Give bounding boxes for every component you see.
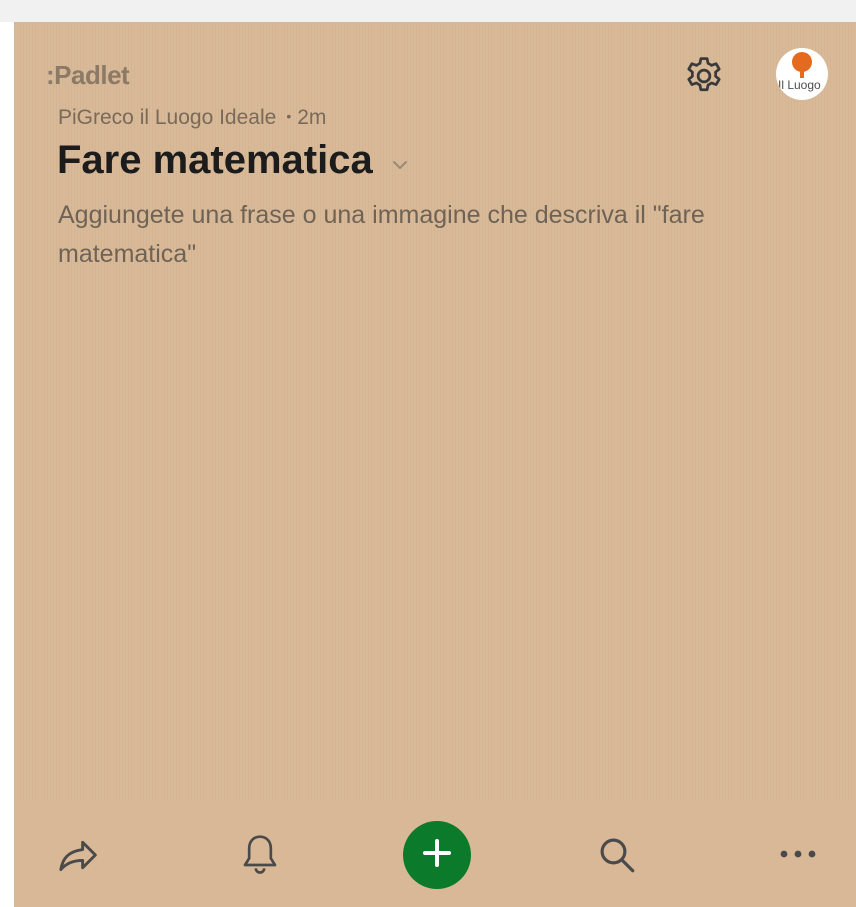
more-button[interactable]	[770, 836, 826, 876]
share-icon	[57, 835, 101, 880]
avatar-label: Il Luogo	[778, 78, 821, 92]
app-frame: :Padlet Il Luogo PiGreco il Luogo Ideale…	[0, 0, 856, 907]
more-icon	[776, 847, 820, 865]
pin-icon	[792, 52, 812, 72]
top-strip	[0, 0, 856, 22]
add-post-button[interactable]	[403, 821, 471, 889]
timestamp: 2m	[297, 106, 327, 129]
title-row: Fare matematica	[57, 138, 411, 183]
bell-icon	[240, 832, 280, 883]
padlet-logo[interactable]: :Padlet	[46, 60, 130, 91]
gear-icon	[682, 54, 726, 103]
settings-button[interactable]	[680, 54, 728, 102]
page-title[interactable]: Fare matematica	[57, 138, 373, 183]
notifications-button[interactable]	[234, 830, 286, 884]
meta-separator: •	[286, 108, 292, 124]
pin-stem	[800, 70, 804, 78]
search-button[interactable]	[592, 832, 642, 882]
board-description: Aggiungete una frase o una immagine che …	[58, 201, 705, 268]
author-name[interactable]: PiGreco il Luogo Ideale	[58, 106, 276, 129]
account-avatar[interactable]: Il Luogo	[776, 48, 828, 100]
search-icon	[596, 834, 638, 881]
post-meta: PiGreco il Luogo Ideale • 2m	[58, 106, 326, 130]
chevron-down-icon[interactable]	[389, 154, 411, 176]
plus-icon	[419, 835, 455, 876]
share-button[interactable]	[52, 832, 106, 882]
